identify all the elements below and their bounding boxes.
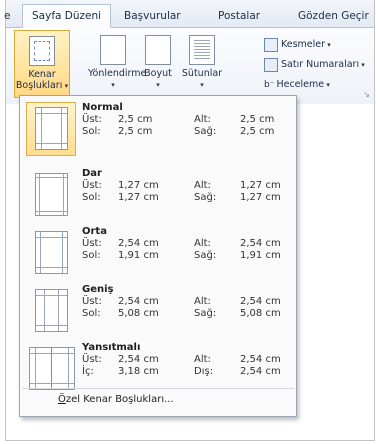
hyphenation-button[interactable]: b⁻ Heceleme ▾ — [264, 77, 330, 93]
label-right: Sağ: — [194, 308, 217, 319]
hyphenation-icon: b⁻ — [264, 80, 275, 90]
label-inside: İç: — [82, 366, 94, 377]
value-outside: 2,54 cm — [240, 366, 281, 377]
line-numbers-label: Satır Numaraları — [281, 59, 360, 70]
option-name: Normal — [82, 102, 123, 113]
label-top: Üst: — [82, 238, 102, 249]
tab-review[interactable]: Gözden Geçir — [298, 6, 369, 26]
line-numbers-icon — [264, 57, 278, 72]
margins-button[interactable]: Kenar Boşlukları ▾ — [14, 30, 70, 98]
size-button[interactable]: Boyut ▾ — [140, 30, 176, 96]
margin-option-moderate[interactable]: Orta Üst: 2,54 cm Alt: 2,54 cm Sol: 1,91… — [22, 224, 292, 280]
label-left: Sol: — [82, 308, 101, 319]
chevron-down-icon: ▾ — [359, 61, 365, 69]
label-right: Sağ: — [194, 126, 217, 137]
margin-option-normal[interactable]: Normal Üst: 2,5 cm Alt: 2,5 cm Sol: 2,5 … — [22, 100, 292, 156]
label-outside: Dış: — [194, 366, 214, 377]
value-top: 1,27 cm — [118, 180, 159, 191]
hyphenation-label: Heceleme — [276, 79, 325, 90]
label-bottom: Alt: — [194, 354, 211, 365]
chevron-down-icon: ▾ — [200, 81, 204, 89]
tab-references[interactable]: Başvurular — [124, 6, 181, 26]
value-right: 1,91 cm — [240, 250, 281, 261]
value-bottom: 2,54 cm — [240, 238, 281, 249]
value-right: 2,5 cm — [240, 126, 275, 137]
margin-preview-icon — [35, 231, 68, 274]
margins-label-line1: Kenar — [28, 69, 56, 80]
ribbon-page-setup-group: Kenar Boşlukları ▾ Yönlendirme ▾ Boyut ▾… — [6, 28, 374, 104]
margin-preview-icon — [35, 289, 68, 332]
tab-mailings[interactable]: Postalar — [218, 6, 260, 26]
margin-option-wide[interactable]: Geniş Üst: 2,54 cm Alt: 2,54 cm Sol: 5,0… — [22, 282, 292, 338]
value-bottom: 1,27 cm — [240, 180, 281, 191]
value-right: 1,27 cm — [240, 192, 281, 203]
tab-page-layout[interactable]: Sayfa Düzeni — [22, 4, 112, 28]
margins-label-line2: Boşlukları — [15, 80, 63, 91]
label-right: Sağ: — [194, 250, 217, 261]
custom-margins-item[interactable]: Özel Kenar Boşlukları... — [58, 394, 174, 405]
columns-label: Sütunlar — [181, 68, 223, 79]
margins-icon — [29, 36, 55, 66]
label-top: Üst: — [82, 114, 102, 125]
label-bottom: Alt: — [194, 238, 211, 249]
line-numbers-button[interactable]: Satır Numaraları ▾ — [264, 57, 365, 73]
chevron-down-icon: ▾ — [325, 41, 331, 49]
value-top: 2,54 cm — [118, 238, 159, 249]
custom-margins-label: zel Kenar Boşlukları... — [65, 394, 174, 405]
value-top: 2,5 cm — [118, 114, 153, 125]
size-label: Boyut — [144, 68, 172, 79]
value-bottom: 2,5 cm — [240, 114, 275, 125]
label-top: Üst: — [82, 354, 102, 365]
label-top: Üst: — [82, 296, 102, 307]
option-name: Orta — [82, 226, 107, 237]
label-left: Sol: — [82, 192, 101, 203]
breaks-label: Kesmeler — [281, 39, 326, 50]
label-bottom: Alt: — [194, 114, 211, 125]
value-bottom: 2,54 cm — [240, 354, 281, 365]
columns-button[interactable]: Sütunlar ▾ — [178, 30, 226, 96]
option-name: Dar — [82, 168, 102, 179]
size-icon — [145, 35, 171, 65]
value-left: 5,08 cm — [118, 308, 159, 319]
value-left: 2,5 cm — [118, 126, 153, 137]
tab-home-partial[interactable]: e — [4, 6, 10, 26]
breaks-icon — [264, 37, 278, 52]
margin-preview-icon — [35, 107, 68, 150]
breaks-button[interactable]: Kesmeler ▾ — [264, 37, 331, 53]
value-bottom: 2,54 cm — [240, 296, 281, 307]
chevron-down-icon: ▾ — [324, 81, 330, 89]
label-top: Üst: — [82, 180, 102, 191]
chevron-down-icon: ▾ — [62, 82, 69, 90]
columns-icon — [189, 35, 215, 65]
margin-option-narrow[interactable]: Dar Üst: 1,27 cm Alt: 1,27 cm Sol: 1,27 … — [22, 166, 292, 222]
value-inside: 3,18 cm — [118, 366, 159, 377]
chevron-down-icon: ▾ — [156, 81, 160, 89]
value-top: 2,54 cm — [118, 296, 159, 307]
ribbon-tab-strip: e Sayfa Düzeni Başvurular Postalar Gözde… — [4, 0, 374, 28]
orientation-button[interactable]: Yönlendirme ▾ — [88, 30, 146, 96]
option-name: Yansıtmalı — [82, 342, 141, 353]
chevron-down-icon: ▾ — [111, 81, 115, 89]
dialog-launcher-icon[interactable]: ↘ — [363, 90, 370, 99]
value-top: 2,54 cm — [118, 354, 159, 365]
margin-preview-icon — [35, 173, 68, 216]
menu-separator — [22, 388, 294, 389]
label-left: Sol: — [82, 250, 101, 261]
label-right: Sağ: — [194, 192, 217, 203]
orientation-icon — [100, 35, 126, 65]
value-left: 1,91 cm — [118, 250, 159, 261]
value-left: 1,27 cm — [118, 192, 159, 203]
margin-preview-icon — [29, 347, 75, 390]
custom-margins-accelerator: Ö — [58, 394, 66, 405]
label-bottom: Alt: — [194, 296, 211, 307]
label-left: Sol: — [82, 126, 101, 137]
value-right: 5,08 cm — [240, 308, 281, 319]
label-bottom: Alt: — [194, 180, 211, 191]
margins-dropdown: Normal Üst: 2,5 cm Alt: 2,5 cm Sol: 2,5 … — [19, 95, 297, 417]
option-name: Geniş — [82, 284, 114, 295]
orientation-label: Yönlendirme — [88, 68, 147, 79]
